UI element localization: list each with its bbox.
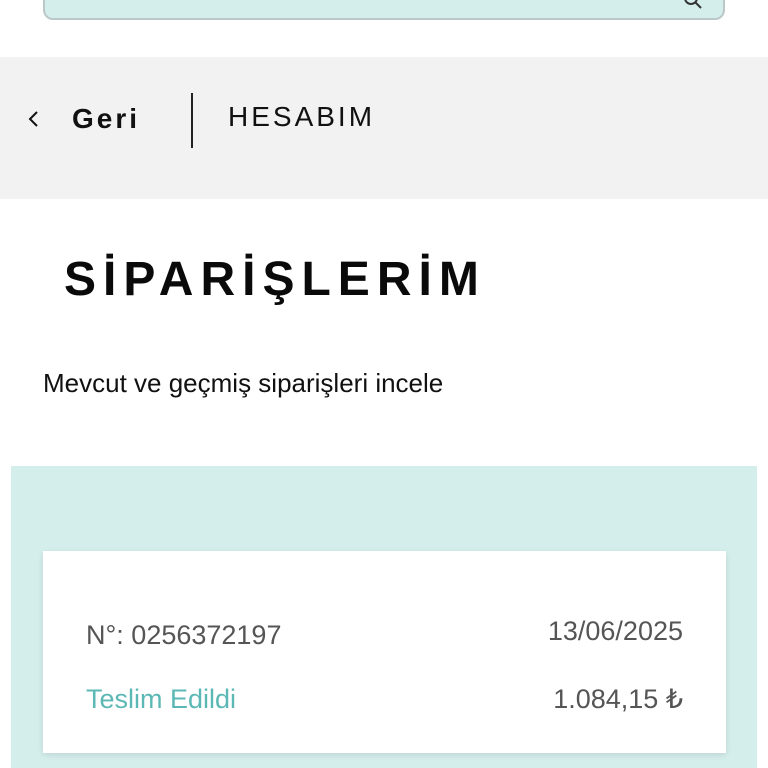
order-total: 1.084,15 ₺ <box>553 684 683 714</box>
account-link[interactable]: HESABIM <box>228 101 375 133</box>
order-number: N°: 0256372197 <box>86 620 282 650</box>
order-status: Teslim Edildi <box>86 684 237 714</box>
search-icon[interactable] <box>683 0 703 10</box>
navigation-bar: Geri HESABIM <box>0 57 768 199</box>
order-card[interactable]: N°: 0256372197 13/06/2025 Teslim Edildi … <box>43 551 726 753</box>
back-label: Geri <box>72 103 141 134</box>
page: Geri HESABIM SİPARİŞLERİM Mevcut ve geçm… <box>0 0 768 768</box>
back-button[interactable]: Geri <box>22 97 140 141</box>
chevron-left-icon <box>28 111 38 127</box>
page-title: SİPARİŞLERİM <box>64 253 486 306</box>
search-input[interactable] <box>43 0 725 20</box>
order-date: 13/06/2025 <box>547 616 683 646</box>
nav-divider <box>191 93 193 148</box>
page-subtitle: Mevcut ve geçmiş siparişleri incele <box>43 368 444 398</box>
orders-section: N°: 0256372197 13/06/2025 Teslim Edildi … <box>11 466 757 768</box>
search-area <box>0 0 768 57</box>
